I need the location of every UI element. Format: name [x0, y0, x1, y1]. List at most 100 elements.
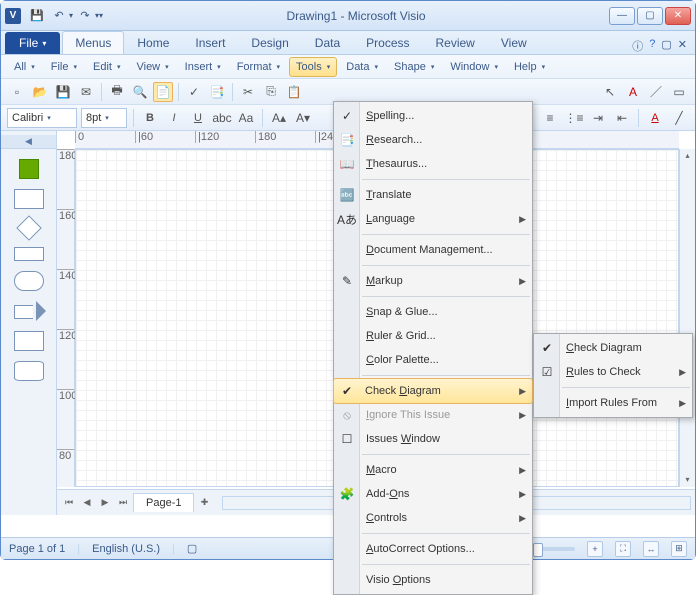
page-next-icon[interactable]: ▶: [97, 495, 113, 511]
fit-width-icon[interactable]: ↔: [643, 541, 659, 557]
font-color-icon[interactable]: A: [645, 108, 665, 128]
indent-icon[interactable]: ⇥: [588, 108, 608, 128]
fill-icon[interactable]: ▭: [669, 82, 689, 102]
close-document-icon[interactable]: ✕: [678, 38, 687, 54]
preview-icon[interactable]: 🔍: [130, 82, 150, 102]
shape-rectangle[interactable]: [14, 189, 44, 209]
tools-item-add-ons[interactable]: 🧩Add-Ons▶: [334, 482, 532, 506]
tools-item-issues-window[interactable]: ☐Issues Window: [334, 427, 532, 451]
align-left-icon[interactable]: ≡: [540, 108, 560, 128]
pointer-icon[interactable]: ↖: [600, 82, 620, 102]
text-color-icon[interactable]: A: [623, 82, 643, 102]
tools-item-autocorrect-options[interactable]: AutoCorrect Options...: [334, 537, 532, 561]
shapes-collapse-icon[interactable]: ◀: [1, 135, 56, 149]
shape-cylinder[interactable]: [14, 361, 44, 381]
restore-window-icon[interactable]: ▢: [661, 38, 671, 54]
ribbon-tab-insert[interactable]: Insert: [182, 31, 238, 54]
menu-view[interactable]: View: [129, 57, 175, 77]
save-icon[interactable]: 💾: [53, 82, 73, 102]
tools-item-color-palette[interactable]: Color Palette...: [334, 348, 532, 372]
ribbon-tab-menus[interactable]: Menus: [62, 31, 124, 54]
tools-item-document-management[interactable]: Document Management...: [334, 238, 532, 262]
page-first-icon[interactable]: ⏮: [61, 495, 77, 511]
tools-item-check-diagram[interactable]: ✔Check Diagram▶: [333, 378, 533, 404]
menu-data[interactable]: Data: [339, 57, 385, 77]
font-size-combo[interactable]: 8pt: [81, 108, 127, 128]
menu-help[interactable]: Help: [507, 57, 552, 77]
save-icon[interactable]: 💾: [27, 6, 47, 26]
paste-icon[interactable]: 📋: [284, 82, 304, 102]
tools-item-snap-glue[interactable]: Snap & Glue...: [334, 300, 532, 324]
spelling-icon[interactable]: ✓: [184, 82, 204, 102]
ribbon-tab-process[interactable]: Process: [353, 31, 422, 54]
zoom-in-icon[interactable]: +: [587, 541, 603, 557]
shrink-font-icon[interactable]: A▾: [293, 108, 313, 128]
tools-item-controls[interactable]: Controls▶: [334, 506, 532, 530]
shape-rounded[interactable]: [14, 271, 44, 291]
underline-icon[interactable]: U: [188, 108, 208, 128]
redo-icon[interactable]: ↷: [75, 6, 95, 26]
mail-icon[interactable]: ✉: [76, 82, 96, 102]
italic-icon[interactable]: I: [164, 108, 184, 128]
grow-font-icon[interactable]: A▴: [269, 108, 289, 128]
ribbon-tab-design[interactable]: Design: [238, 31, 301, 54]
tools-item-macro[interactable]: Macro▶: [334, 458, 532, 482]
tools-item-ruler-grid[interactable]: Ruler & Grid...: [334, 324, 532, 348]
check-item-check-diagram[interactable]: ✔Check Diagram: [534, 336, 692, 360]
check-item-rules-to-check[interactable]: ☑Rules to Check▶: [534, 360, 692, 384]
case-icon[interactable]: Aa: [236, 108, 256, 128]
menu-file[interactable]: File: [44, 57, 84, 77]
line-icon[interactable]: ／: [646, 82, 666, 102]
tools-item-translate[interactable]: 🔤Translate: [334, 183, 532, 207]
minimize-ribbon-icon[interactable]: ⓘ: [632, 38, 643, 54]
record-macro-icon[interactable]: ▢: [187, 542, 197, 555]
close-button[interactable]: ✕: [665, 7, 691, 25]
menu-all[interactable]: All: [7, 57, 42, 77]
fit-page-icon[interactable]: ⛶: [615, 541, 631, 557]
page-tab-1[interactable]: Page-1: [133, 493, 194, 512]
copy-icon[interactable]: ⎘: [261, 82, 281, 102]
print-icon[interactable]: 🖶: [107, 82, 127, 102]
menu-insert[interactable]: Insert: [178, 57, 228, 77]
menu-edit[interactable]: Edit: [86, 57, 127, 77]
maximize-button[interactable]: ▢: [637, 7, 663, 25]
bold-icon[interactable]: B: [140, 108, 160, 128]
menu-tools[interactable]: Tools: [289, 57, 337, 77]
shape-diamond[interactable]: [16, 215, 41, 240]
tools-item-research[interactable]: 📑Research...: [334, 128, 532, 152]
page-icon[interactable]: 📄: [153, 82, 173, 102]
shapes-stencil-icon[interactable]: [19, 159, 39, 179]
tools-item-markup[interactable]: ✎Markup▶: [334, 269, 532, 293]
page-prev-icon[interactable]: ◀: [79, 495, 95, 511]
new-page-icon[interactable]: ✚: [196, 495, 212, 511]
line-tool-icon[interactable]: ╱: [669, 108, 689, 128]
help-icon[interactable]: ?: [649, 38, 655, 54]
menu-format[interactable]: Format: [230, 57, 287, 77]
ribbon-tab-home[interactable]: Home: [124, 31, 182, 54]
ribbon-tab-data[interactable]: Data: [302, 31, 353, 54]
page-last-icon[interactable]: ⏭: [115, 495, 131, 511]
menu-shape[interactable]: Shape: [387, 57, 441, 77]
shape-square[interactable]: [14, 331, 44, 351]
font-name-combo[interactable]: Calibri: [7, 108, 77, 128]
tools-item-thesaurus[interactable]: 📖Thesaurus...: [334, 152, 532, 176]
cut-icon[interactable]: ✂: [238, 82, 258, 102]
status-language[interactable]: English (U.S.): [92, 543, 160, 555]
tools-item-spelling[interactable]: ✓Spelling...: [334, 104, 532, 128]
vertical-scrollbar[interactable]: [679, 149, 695, 487]
bullets-icon[interactable]: ⋮≡: [564, 108, 584, 128]
open-icon[interactable]: 📂: [30, 82, 50, 102]
menu-window[interactable]: Window: [443, 57, 505, 77]
pan-zoom-icon[interactable]: ⊞: [671, 541, 687, 557]
shape-bar[interactable]: [14, 247, 44, 261]
tools-item-visio-options[interactable]: Visio Options: [334, 568, 532, 592]
ribbon-tab-view[interactable]: View: [488, 31, 540, 54]
strike-icon[interactable]: abc: [212, 108, 232, 128]
undo-icon[interactable]: ↶: [49, 6, 69, 26]
check-item-import-rules-from[interactable]: Import Rules From▶: [534, 391, 692, 415]
outdent-icon[interactable]: ⇤: [612, 108, 632, 128]
ribbon-tab-review[interactable]: Review: [423, 31, 488, 54]
research-icon[interactable]: 📑: [207, 82, 227, 102]
minimize-button[interactable]: —: [609, 7, 635, 25]
file-tab[interactable]: File: [5, 32, 60, 54]
